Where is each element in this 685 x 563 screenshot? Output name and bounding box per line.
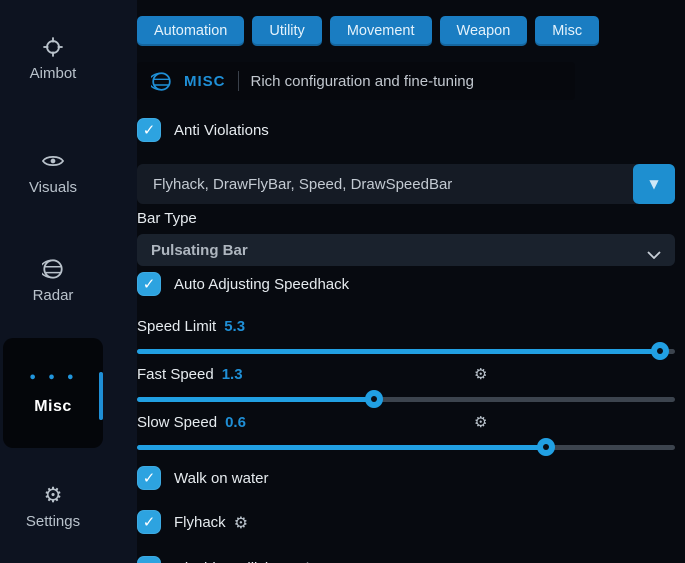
flyhack-label: Flyhack xyxy=(174,514,226,531)
auto-adjusting-checkbox[interactable]: ✓ xyxy=(137,272,161,296)
sidebar: Aimbot Visuals Radar • • • xyxy=(0,0,137,563)
auto-adjusting-label: Auto Adjusting Speedhack xyxy=(174,276,349,293)
section-subtitle: Rich configuration and fine-tuning xyxy=(251,73,474,90)
speed-limit-slider[interactable] xyxy=(137,342,675,360)
section-header: MISC Rich configuration and fine-tuning xyxy=(137,62,575,100)
anti-violations-row: ✓ Anti Violations xyxy=(137,118,675,142)
slider-fill xyxy=(137,349,660,354)
slow-speed-slider-handle[interactable] xyxy=(537,438,555,456)
bar-flags-value[interactable]: Flyhack, DrawFlyBar, Speed, DrawSpeedBar xyxy=(137,164,637,204)
slow-speed-value: 0.6 xyxy=(225,414,246,431)
fast-speed-value: 1.3 xyxy=(222,366,243,383)
fast-speed-slider[interactable] xyxy=(137,390,675,408)
speed-limit-value: 5.3 xyxy=(224,318,245,335)
walk-on-water-row: ✓ Walk on water xyxy=(137,466,675,490)
bar-type-value: Pulsating Bar xyxy=(151,242,248,259)
eye-icon xyxy=(42,150,64,172)
sidebar-item-radar[interactable]: Radar xyxy=(0,258,106,304)
fast-speed-label: Fast Speed xyxy=(137,366,214,383)
sidebar-item-label: Aimbot xyxy=(30,65,77,82)
sidebar-item-misc-active[interactable]: • • • Misc xyxy=(3,338,103,448)
globe-icon xyxy=(42,258,64,280)
tab-misc[interactable]: Misc xyxy=(535,16,599,46)
disable-collisions-row: ✓ Disable Collisions ⚙ xyxy=(137,556,675,563)
anti-violations-checkbox[interactable]: ✓ xyxy=(137,118,161,142)
slow-speed-label: Slow Speed xyxy=(137,414,217,431)
disable-collisions-checkbox[interactable]: ✓ xyxy=(137,556,161,563)
active-indicator-bar xyxy=(99,372,103,420)
crosshair-icon xyxy=(42,36,64,58)
gear-icon[interactable]: ⚙ xyxy=(474,365,487,383)
tab-automation[interactable]: Automation xyxy=(137,16,244,46)
globe-icon xyxy=(151,71,172,92)
flyhack-row: ✓ Flyhack ⚙ xyxy=(137,510,675,534)
walk-on-water-label: Walk on water xyxy=(174,470,268,487)
bar-type-select[interactable]: Pulsating Bar xyxy=(137,234,675,266)
sidebar-item-aimbot[interactable]: Aimbot xyxy=(0,36,106,82)
flyhack-checkbox[interactable]: ✓ xyxy=(137,510,161,534)
disable-collisions-label: Disable Collisions xyxy=(174,560,292,563)
tab-movement[interactable]: Movement xyxy=(330,16,432,46)
slider-fill xyxy=(137,397,374,402)
dropdown-arrow-icon: ▼ xyxy=(649,177,658,191)
speed-limit-slider-handle[interactable] xyxy=(651,342,669,360)
anti-violations-label: Anti Violations xyxy=(174,122,269,139)
fast-speed-group: Fast Speed 1.3 ⚙ xyxy=(137,364,675,408)
category-tabs: Automation Utility Movement Weapon Misc xyxy=(137,16,675,46)
slow-speed-slider[interactable] xyxy=(137,438,675,456)
tab-weapon[interactable]: Weapon xyxy=(440,16,528,46)
speed-limit-label: Speed Limit xyxy=(137,318,216,335)
sidebar-item-settings[interactable]: ⚙ Settings xyxy=(0,484,106,530)
section-title: MISC xyxy=(184,73,226,90)
sidebar-item-visuals[interactable]: Visuals xyxy=(0,150,106,196)
gear-icon[interactable]: ⚙ xyxy=(300,559,314,563)
app-window: Aimbot Visuals Radar • • • xyxy=(0,0,685,563)
tab-utility[interactable]: Utility xyxy=(252,16,321,46)
gear-icon[interactable]: ⚙ xyxy=(474,413,487,431)
sidebar-item-label: Visuals xyxy=(29,179,77,196)
slider-fill xyxy=(137,445,546,450)
walk-on-water-checkbox[interactable]: ✓ xyxy=(137,466,161,490)
gear-icon[interactable]: ⚙ xyxy=(234,513,248,532)
sidebar-item-label: Settings xyxy=(26,513,80,530)
dropdown-arrow-button[interactable]: ▼ xyxy=(633,164,675,204)
fast-speed-slider-handle[interactable] xyxy=(365,390,383,408)
auto-adjusting-row: ✓ Auto Adjusting Speedhack xyxy=(137,272,675,296)
gear-icon: ⚙ xyxy=(42,484,64,506)
ellipsis-icon: • • • xyxy=(29,371,78,386)
speed-limit-group: Speed Limit 5.3 xyxy=(137,316,675,360)
sidebar-item-label: Misc xyxy=(34,398,72,416)
bar-flags-combo: Flyhack, DrawFlyBar, Speed, DrawSpeedBar… xyxy=(137,164,675,204)
main-panel: Automation Utility Movement Weapon Misc … xyxy=(137,0,685,563)
sidebar-item-label: Radar xyxy=(33,287,74,304)
divider xyxy=(238,71,239,91)
slow-speed-group: Slow Speed 0.6 ⚙ xyxy=(137,412,675,456)
bar-type-label: Bar Type xyxy=(137,210,675,228)
chevron-down-icon xyxy=(647,246,661,254)
